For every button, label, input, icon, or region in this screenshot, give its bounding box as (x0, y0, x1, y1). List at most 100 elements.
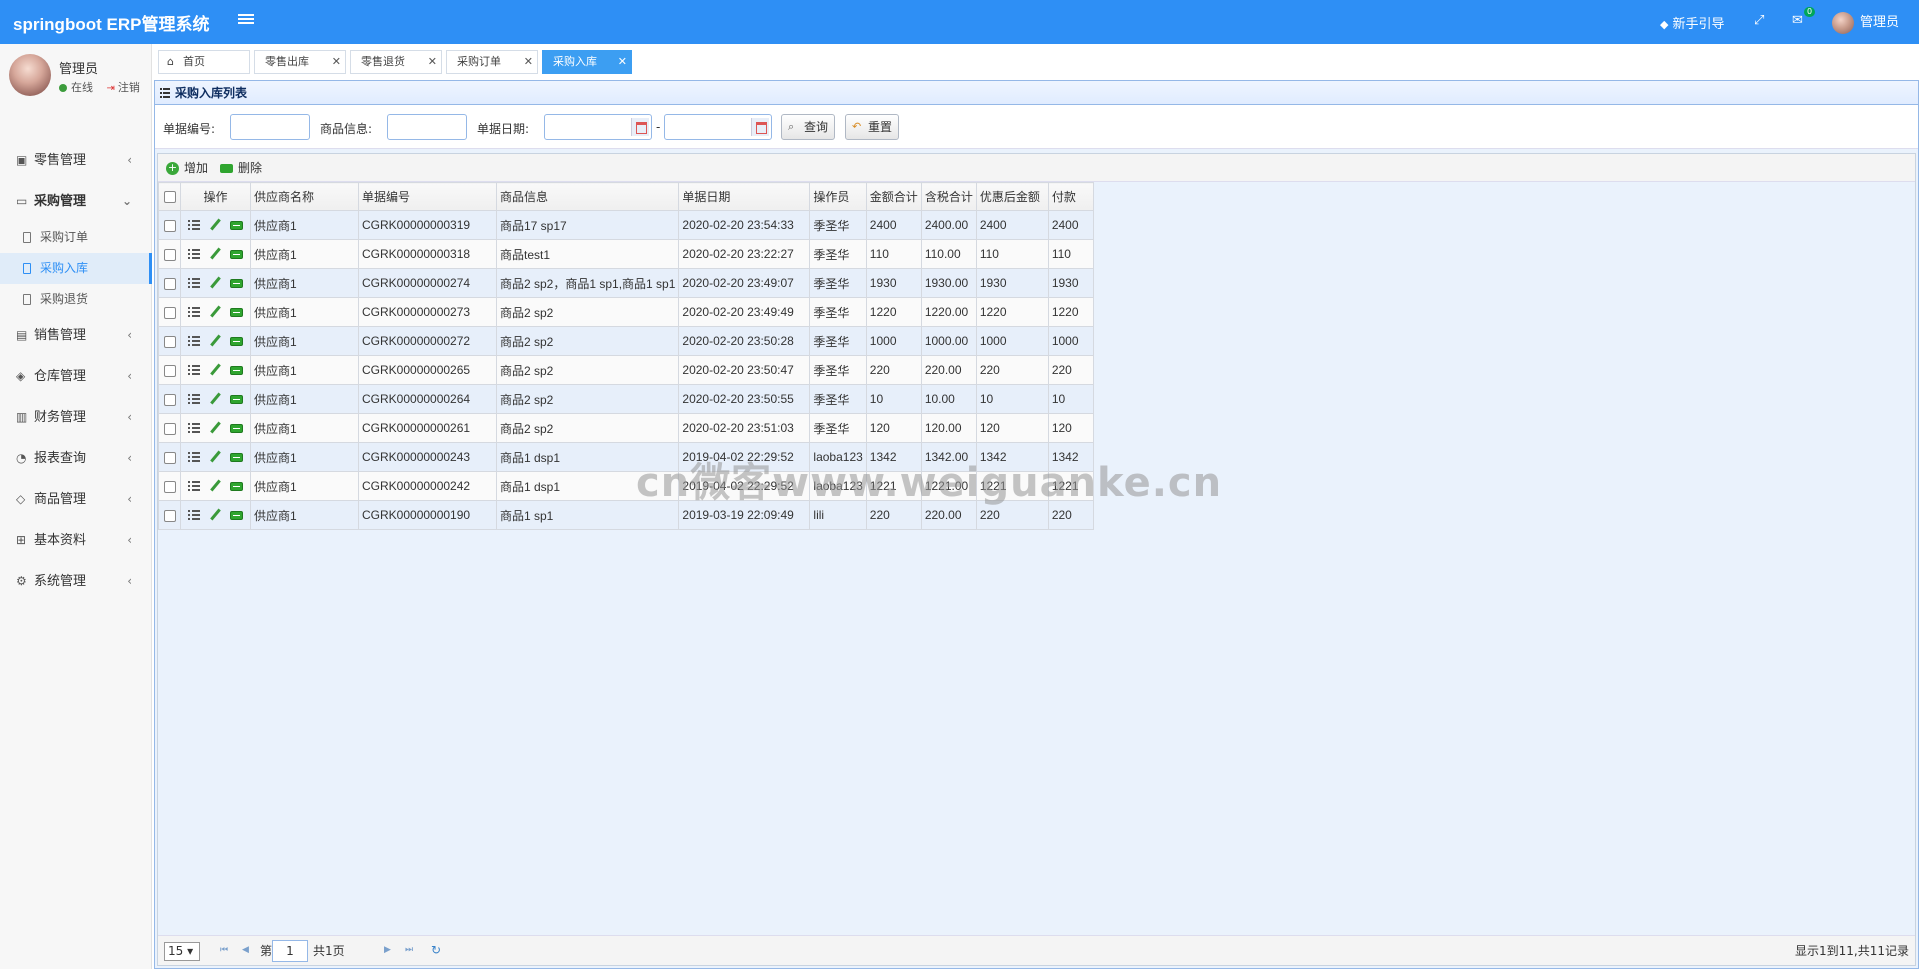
reset-button[interactable]: ↶ 重置 (845, 114, 900, 140)
tab-home[interactable]: ⌂ 首页 (158, 50, 250, 74)
delete-icon[interactable] (230, 336, 243, 346)
edit-pencil-icon[interactable] (208, 479, 222, 493)
table-row[interactable]: 供应商1 CGRK00000000318 商品test1 2020-02-20 23:… (158, 239, 1094, 269)
menu-toggle-icon[interactable] (238, 12, 254, 28)
page-number-input[interactable]: 1 (272, 940, 308, 962)
close-icon[interactable]: ✕ (332, 51, 341, 73)
user-menu[interactable]: 管理员 (1832, 11, 1899, 34)
fullscreen-icon[interactable]: ⤢ (1754, 13, 1764, 28)
detail-list-icon[interactable] (188, 307, 200, 318)
column-header[interactable]: 金额合计 (865, 182, 922, 211)
sidebar-item-purchase[interactable]: ▭ 采购管理 ⌄ (0, 181, 152, 222)
end-date-input[interactable] (664, 114, 772, 140)
column-header[interactable]: 供应商名称 (250, 182, 359, 211)
row-checkbox[interactable] (163, 480, 176, 493)
edit-pencil-icon[interactable] (208, 508, 222, 522)
tab-purchase-in[interactable]: 采购入库 ✕ (542, 50, 632, 74)
message-button[interactable]: ✉ 0 (1792, 7, 1816, 28)
row-checkbox[interactable] (163, 451, 176, 464)
app-title[interactable]: springboot ERP管理系统 (13, 10, 209, 35)
edit-pencil-icon[interactable] (208, 421, 222, 435)
start-date-input[interactable] (544, 114, 652, 140)
delete-icon[interactable] (230, 510, 243, 520)
tab-retail-out[interactable]: 零售出库 ✕ (254, 50, 346, 74)
delete-icon[interactable] (230, 278, 243, 288)
goods-input[interactable] (387, 114, 467, 140)
table-row[interactable]: 供应商1 CGRK00000000319 商品17 sp17 2020-02-20 2… (158, 210, 1094, 240)
delete-icon[interactable] (230, 307, 243, 317)
table-row[interactable]: 供应商1 CGRK00000000274 商品2 sp2，商品1 sp1,商品1 s… (158, 268, 1094, 298)
edit-pencil-icon[interactable] (208, 334, 222, 348)
page-size-select[interactable]: 15 ▾ (164, 942, 200, 961)
table-row[interactable]: 供应商1 CGRK00000000273 商品2 sp2 2020-02-20 23:… (158, 297, 1094, 327)
delete-button[interactable]: 删除 (220, 159, 262, 177)
detail-list-icon[interactable] (188, 249, 200, 260)
column-header[interactable]: 单据编号 (358, 182, 497, 211)
calendar-icon[interactable] (751, 118, 769, 136)
delete-icon[interactable] (230, 220, 243, 230)
column-header[interactable]: 含税合计 (920, 182, 977, 211)
edit-pencil-icon[interactable] (208, 305, 222, 319)
guide-link[interactable]: ◆ 新手引导 (1660, 13, 1724, 32)
calendar-icon[interactable] (631, 118, 649, 136)
row-checkbox[interactable] (163, 219, 176, 232)
close-icon[interactable]: ✕ (428, 51, 437, 73)
close-icon[interactable]: ✕ (618, 51, 627, 73)
select-all-checkbox[interactable] (163, 191, 176, 204)
sidebar-item-reports[interactable]: ◔ 报表查询 ‹ (0, 438, 152, 479)
edit-pencil-icon[interactable] (208, 450, 222, 464)
query-button[interactable]: ⌕ 查询 (781, 114, 836, 140)
table-row[interactable]: 供应商1 CGRK00000000242 商品1 dsp1 2019-04-02 22… (158, 471, 1094, 501)
prev-page-icon[interactable]: ◀ (242, 945, 252, 955)
tab-retail-return[interactable]: 零售退货 ✕ (350, 50, 442, 74)
row-checkbox[interactable] (163, 248, 176, 261)
last-page-icon[interactable]: ⏭ (405, 945, 415, 955)
number-input[interactable] (230, 114, 310, 140)
sidebar-item-retail[interactable]: ▣ 零售管理 ‹ (0, 140, 152, 181)
edit-pencil-icon[interactable] (208, 392, 222, 406)
detail-list-icon[interactable] (188, 452, 200, 463)
row-checkbox[interactable] (163, 306, 176, 319)
detail-list-icon[interactable] (188, 394, 200, 405)
sidebar-item-basic[interactable]: ⊞ 基本资料 ‹ (0, 520, 152, 561)
add-button[interactable]: + 增加 (166, 159, 208, 177)
column-header[interactable]: 商品信息 (495, 182, 680, 211)
delete-icon[interactable] (230, 365, 243, 375)
detail-list-icon[interactable] (188, 278, 200, 289)
delete-icon[interactable] (230, 452, 243, 462)
row-checkbox[interactable] (163, 364, 176, 377)
sidebar-item-sales[interactable]: ▤ 销售管理 ‹ (0, 315, 152, 356)
detail-list-icon[interactable] (188, 423, 200, 434)
row-checkbox[interactable] (163, 422, 176, 435)
column-header[interactable]: 优惠后金额 (975, 182, 1049, 211)
sidebar-item-system[interactable]: ⚙ 系统管理 ‹ (0, 561, 152, 602)
table-row[interactable]: 供应商1 CGRK00000000272 商品2 sp2 2020-02-20 23:… (158, 326, 1094, 356)
detail-list-icon[interactable] (188, 510, 200, 521)
sidebar-item-goods[interactable]: ◇ 商品管理 ‹ (0, 479, 152, 520)
delete-icon[interactable] (230, 394, 243, 404)
edit-pencil-icon[interactable] (208, 276, 222, 290)
table-row[interactable]: 供应商1 CGRK00000000265 商品2 sp2 2020-02-20 23:… (158, 355, 1094, 385)
table-row[interactable]: 供应商1 CGRK00000000190 商品1 sp1 2019-03-19 22:… (158, 500, 1094, 530)
table-row[interactable]: 供应商1 CGRK00000000264 商品2 sp2 2020-02-20 23:… (158, 384, 1094, 414)
close-icon[interactable]: ✕ (524, 51, 533, 73)
sidebar-subitem-purchase-return[interactable]: 采购退货 (0, 284, 152, 315)
row-checkbox[interactable] (163, 277, 176, 290)
first-page-icon[interactable]: ⏮ (220, 945, 230, 955)
detail-list-icon[interactable] (188, 365, 200, 376)
edit-pencil-icon[interactable] (208, 363, 222, 377)
sidebar-item-warehouse[interactable]: ◈ 仓库管理 ‹ (0, 356, 152, 397)
delete-icon[interactable] (230, 423, 243, 433)
delete-icon[interactable] (230, 249, 243, 259)
column-header[interactable]: 操作员 (809, 182, 867, 211)
detail-list-icon[interactable] (188, 336, 200, 347)
table-row[interactable]: 供应商1 CGRK00000000261 商品2 sp2 2020-02-20 23:… (158, 413, 1094, 443)
next-page-icon[interactable]: ▶ (384, 945, 394, 955)
edit-pencil-icon[interactable] (208, 218, 222, 232)
row-checkbox[interactable] (163, 335, 176, 348)
table-row[interactable]: 供应商1 CGRK00000000243 商品1 dsp1 2019-04-02 22… (158, 442, 1094, 472)
column-header[interactable]: 付款 (1047, 182, 1094, 211)
tab-purchase-order[interactable]: 采购订单 ✕ (446, 50, 538, 74)
detail-list-icon[interactable] (188, 481, 200, 492)
row-checkbox[interactable] (163, 509, 176, 522)
